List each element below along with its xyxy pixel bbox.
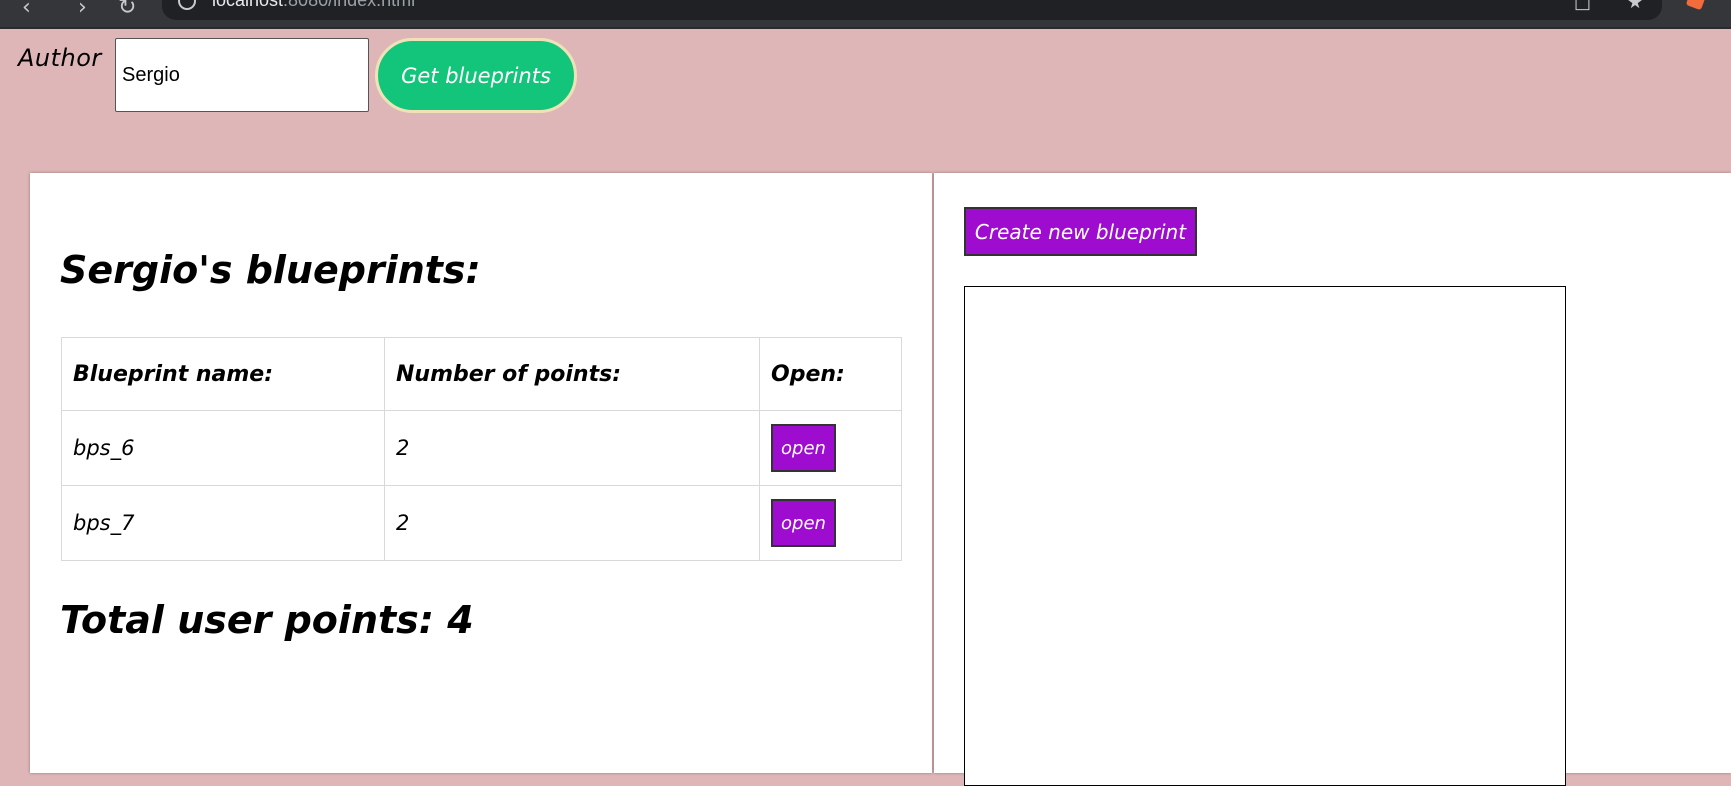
- url-host: localhost: [212, 0, 284, 10]
- page-title: Sergio's blueprints:: [60, 248, 481, 292]
- open-cell: open: [759, 410, 902, 486]
- blueprint-name-cell: bps_7: [61, 485, 385, 561]
- browser-toolbar: ‹ › ↻ localhost:8080/index.html □ ★: [0, 0, 1731, 29]
- share-icon[interactable]: □: [1574, 0, 1591, 12]
- url-path: :8080/index.html: [283, 0, 416, 10]
- blueprint-canvas[interactable]: [964, 286, 1566, 786]
- blueprint-name-cell: bps_6: [61, 410, 385, 486]
- open-button[interactable]: open: [771, 424, 836, 472]
- table-row: bps_7 2 open: [61, 485, 902, 561]
- blueprints-table: Blueprint name: Number of points: Open: …: [61, 337, 902, 561]
- url-text[interactable]: localhost:8080/index.html: [212, 0, 415, 11]
- site-info-icon[interactable]: [178, 0, 196, 10]
- blueprints-panel: Sergio's blueprints: Blueprint name: Num…: [30, 173, 932, 773]
- canvas-panel: Create new blueprint: [934, 173, 1731, 786]
- create-blueprint-button[interactable]: Create new blueprint: [964, 207, 1197, 256]
- table-header-row: Blueprint name: Number of points: Open:: [61, 337, 902, 411]
- bookmark-star-icon[interactable]: ★: [1627, 0, 1643, 12]
- points-cell: 2: [384, 485, 760, 561]
- back-arrow-icon[interactable]: ‹: [22, 0, 31, 16]
- extension-icon[interactable]: [1685, 0, 1707, 11]
- address-bar[interactable]: localhost:8080/index.html □ ★: [162, 0, 1662, 20]
- open-cell: open: [759, 485, 902, 561]
- header-number-of-points: Number of points:: [384, 337, 760, 411]
- header-open: Open:: [759, 337, 902, 411]
- table-row: bps_6 2 open: [61, 410, 902, 486]
- author-label: Author: [18, 44, 102, 72]
- header-blueprint-name: Blueprint name:: [61, 337, 385, 411]
- author-input[interactable]: [115, 38, 369, 112]
- forward-arrow-icon[interactable]: ›: [78, 0, 87, 16]
- get-blueprints-button[interactable]: Get blueprints: [375, 38, 577, 113]
- points-cell: 2: [384, 410, 760, 486]
- total-user-points: Total user points: 4: [60, 598, 474, 642]
- open-button[interactable]: open: [771, 499, 836, 547]
- reload-icon[interactable]: ↻: [118, 0, 136, 16]
